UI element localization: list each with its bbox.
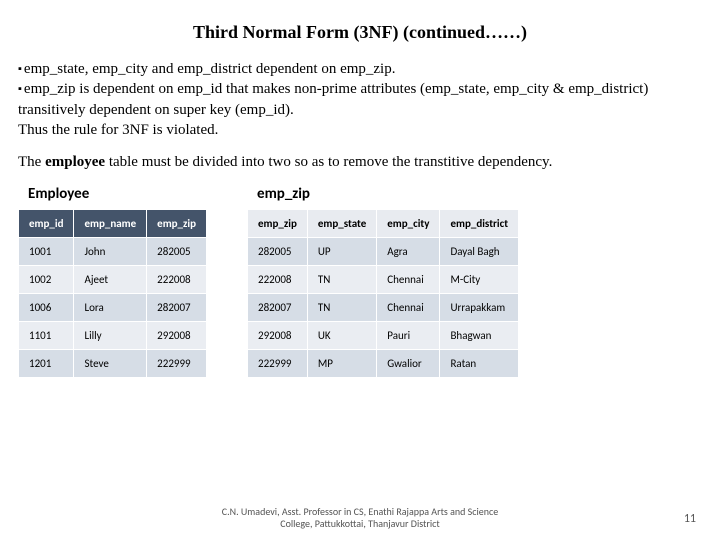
cell: 282007 bbox=[147, 294, 207, 322]
slide-title: Third Normal Form (3NF) (continued……) bbox=[18, 22, 702, 43]
col-header: emp_city bbox=[377, 210, 440, 238]
table-row: 282007TNChennaiUrrapakkam bbox=[248, 294, 519, 322]
cell: Pauri bbox=[377, 322, 440, 350]
cell: 222008 bbox=[248, 266, 308, 294]
bullet-text: emp_zip is dependent on emp_id that make… bbox=[18, 81, 648, 117]
cell: 282007 bbox=[248, 294, 308, 322]
cell: UP bbox=[307, 238, 376, 266]
employee-table: emp_id emp_name emp_zip 1001John282005 1… bbox=[18, 209, 207, 378]
cell: Agra bbox=[377, 238, 440, 266]
table-row: 282005UPAgraDayal Bagh bbox=[248, 238, 519, 266]
col-header: emp_zip bbox=[147, 210, 207, 238]
cell: 292008 bbox=[147, 322, 207, 350]
cell: 1101 bbox=[19, 322, 74, 350]
bold-word: employee bbox=[45, 154, 105, 170]
cell: 1002 bbox=[19, 266, 74, 294]
cell: 282005 bbox=[248, 238, 308, 266]
bullet-text: emp_state, emp_city and emp_district dep… bbox=[24, 61, 396, 77]
zip-table: emp_zip emp_state emp_city emp_district … bbox=[247, 209, 519, 378]
zip-block: emp_zip emp_zip emp_state emp_city emp_d… bbox=[247, 185, 519, 378]
col-header: emp_state bbox=[307, 210, 376, 238]
page-number: 11 bbox=[684, 512, 696, 526]
table-row: 1006Lora282007 bbox=[19, 294, 207, 322]
bullet-item: emp_zip is dependent on emp_id that make… bbox=[18, 79, 702, 120]
table-row: 1001John282005 bbox=[19, 238, 207, 266]
cell: 282005 bbox=[147, 238, 207, 266]
cell: TN bbox=[307, 266, 376, 294]
col-header: emp_id bbox=[19, 210, 74, 238]
cell: Dayal Bagh bbox=[440, 238, 519, 266]
cell: Lora bbox=[74, 294, 147, 322]
col-header: emp_zip bbox=[248, 210, 308, 238]
cell: UK bbox=[307, 322, 376, 350]
tables-container: Employee emp_id emp_name emp_zip 1001Joh… bbox=[18, 185, 702, 378]
bullet-item: Thus the rule for 3NF is violated. bbox=[18, 120, 702, 140]
cell: MP bbox=[307, 350, 376, 378]
cell: 1001 bbox=[19, 238, 74, 266]
cell: 292008 bbox=[248, 322, 308, 350]
table-row: 1201Steve222999 bbox=[19, 350, 207, 378]
divide-sentence: The employee table must be divided into … bbox=[18, 154, 702, 171]
cell: Chennai bbox=[377, 266, 440, 294]
bullet-text: Thus the rule for 3NF is violated. bbox=[18, 122, 218, 138]
cell: Ajeet bbox=[74, 266, 147, 294]
cell: 222008 bbox=[147, 266, 207, 294]
cell: M-City bbox=[440, 266, 519, 294]
bullet-block: emp_state, emp_city and emp_district dep… bbox=[18, 59, 702, 140]
cell: Ratan bbox=[440, 350, 519, 378]
text: table must be divided into two so as to … bbox=[105, 154, 552, 170]
cell: 1006 bbox=[19, 294, 74, 322]
table-row: 222008TNChennaiM-City bbox=[248, 266, 519, 294]
cell: Chennai bbox=[377, 294, 440, 322]
employee-title: Employee bbox=[28, 185, 207, 203]
cell: 222999 bbox=[248, 350, 308, 378]
cell: Steve bbox=[74, 350, 147, 378]
text: The bbox=[18, 154, 45, 170]
cell: 222999 bbox=[147, 350, 207, 378]
cell: Lilly bbox=[74, 322, 147, 350]
table-row: 1002Ajeet222008 bbox=[19, 266, 207, 294]
cell: Bhagwan bbox=[440, 322, 519, 350]
cell: Gwalior bbox=[377, 350, 440, 378]
bullet-item: emp_state, emp_city and emp_district dep… bbox=[18, 59, 702, 79]
employee-block: Employee emp_id emp_name emp_zip 1001Joh… bbox=[18, 185, 207, 378]
cell: 1201 bbox=[19, 350, 74, 378]
table-row: 222999MPGwaliorRatan bbox=[248, 350, 519, 378]
footer: C.N. Umadevi, Asst. Professor in CS, Ena… bbox=[0, 506, 720, 530]
col-header: emp_district bbox=[440, 210, 519, 238]
table-row: 292008UKPauriBhagwan bbox=[248, 322, 519, 350]
cell: Urrapakkam bbox=[440, 294, 519, 322]
footer-credit: C.N. Umadevi, Asst. Professor in CS, Ena… bbox=[220, 506, 500, 530]
cell: John bbox=[74, 238, 147, 266]
cell: TN bbox=[307, 294, 376, 322]
table-row: 1101Lilly292008 bbox=[19, 322, 207, 350]
col-header: emp_name bbox=[74, 210, 147, 238]
zip-title: emp_zip bbox=[257, 185, 519, 203]
